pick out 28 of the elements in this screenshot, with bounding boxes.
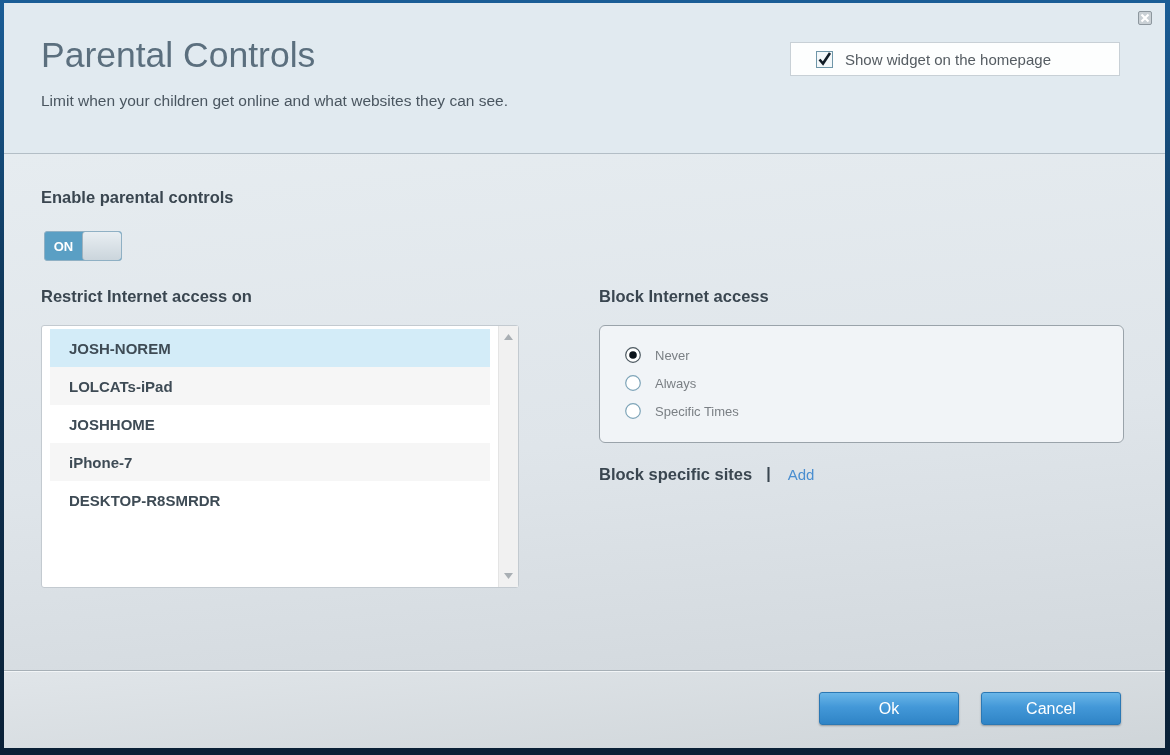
- radio-button[interactable]: [625, 375, 641, 391]
- ok-button[interactable]: Ok: [819, 692, 959, 725]
- add-link[interactable]: Add: [787, 465, 815, 483]
- link-separator: |: [766, 465, 771, 483]
- device-list-item[interactable]: JOSH-NOREM: [50, 329, 490, 367]
- cancel-button[interactable]: Cancel: [981, 692, 1121, 725]
- checkbox[interactable]: [816, 50, 833, 68]
- checkbox-label[interactable]: Show widget on the homepage: [845, 50, 1051, 68]
- device-list-item[interactable]: iPhone-7: [50, 443, 490, 481]
- toggle-switch[interactable]: ON: [44, 231, 122, 261]
- section-heading: Restrict Internet access on: [41, 286, 252, 306]
- section-heading: Block specific sites: [599, 464, 753, 484]
- section-heading: Enable parental controls: [41, 187, 234, 207]
- dialog-subtitle: Limit when your children get online and what websites they can see.: [41, 92, 508, 110]
- scroll-up-icon[interactable]: [504, 334, 513, 340]
- radio-button[interactable]: [625, 347, 641, 363]
- close-icon[interactable]: [1138, 11, 1152, 25]
- dialog-title: Parental Controls: [41, 35, 316, 75]
- radio-label[interactable]: Never: [655, 347, 690, 363]
- device-list-item[interactable]: JOSHHOME: [50, 405, 490, 443]
- radio-button[interactable]: [625, 403, 641, 419]
- scroll-down-icon[interactable]: [504, 573, 513, 579]
- device-list-item[interactable]: DESKTOP-R8SMRDR: [50, 481, 490, 519]
- radio-label[interactable]: Always: [655, 375, 697, 391]
- section-heading: Block Internet access: [599, 286, 769, 306]
- device-list-item[interactable]: LOLCATs-iPad: [50, 367, 490, 405]
- radio-label[interactable]: Specific Times: [655, 403, 739, 419]
- scrollbar[interactable]: [498, 326, 518, 587]
